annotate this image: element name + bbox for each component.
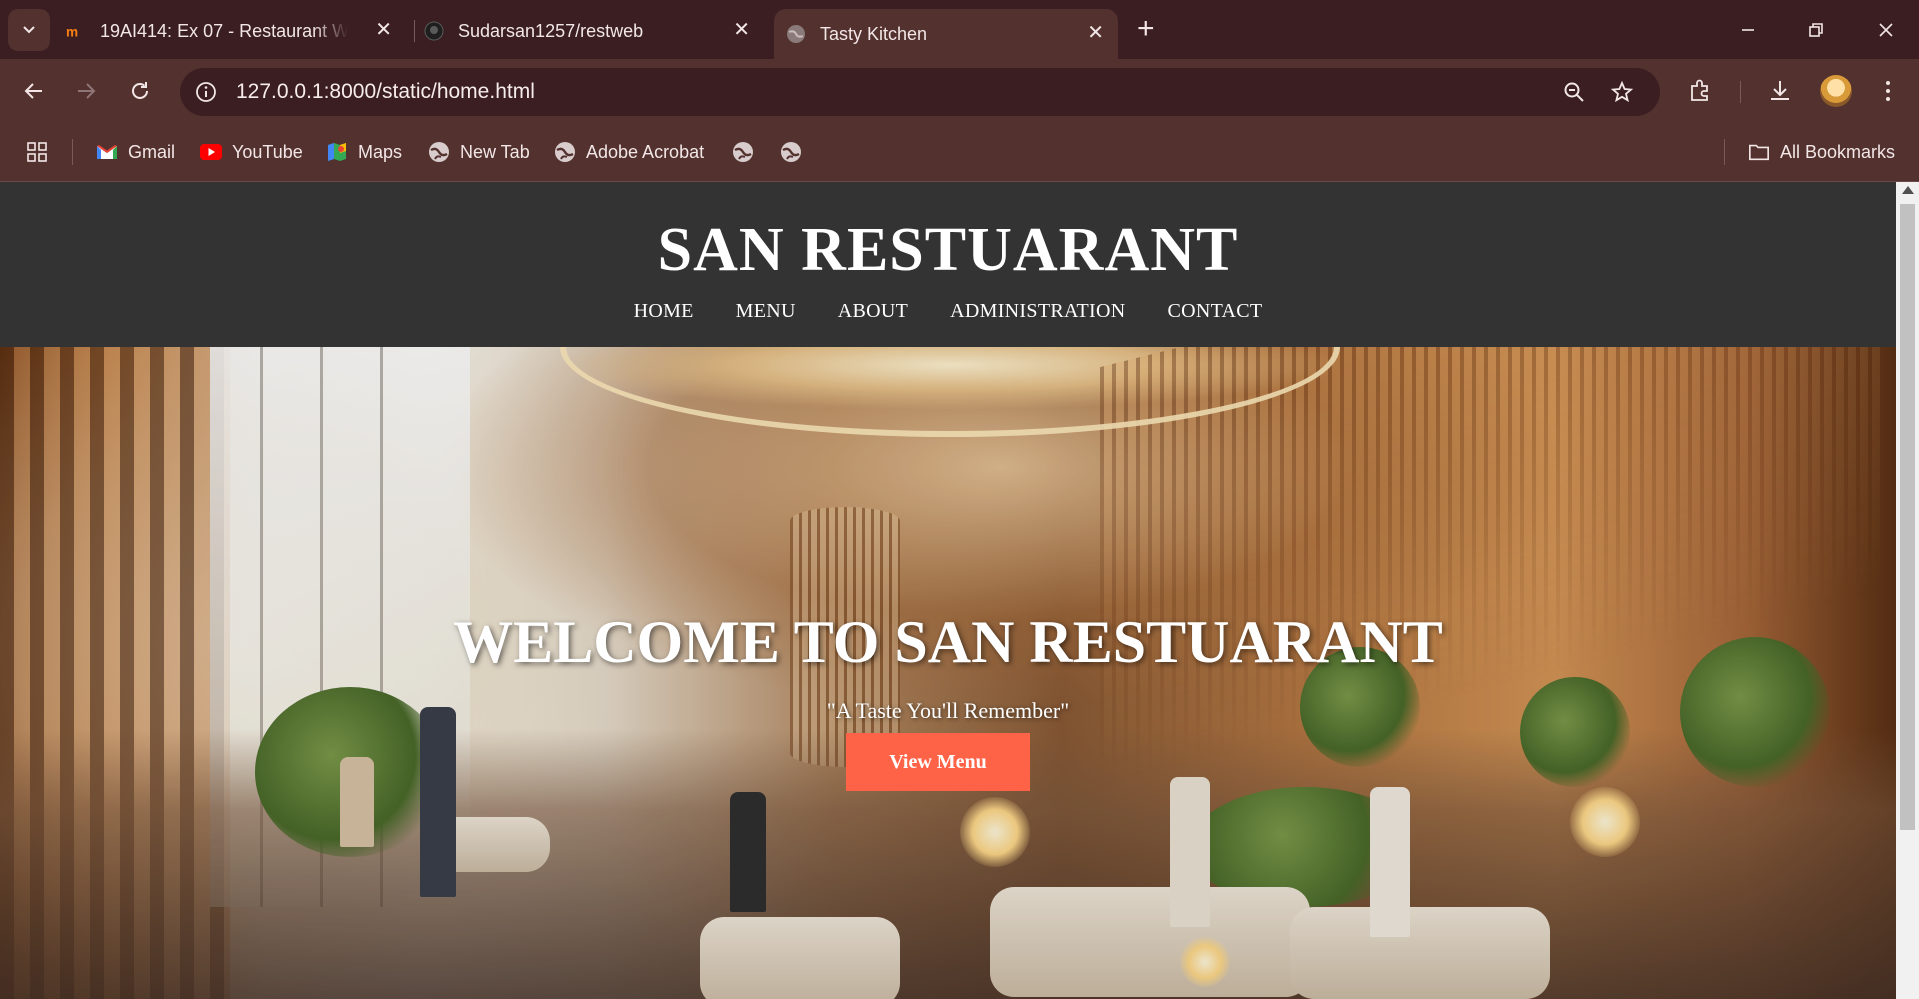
scroll-up-arrow-icon[interactable] xyxy=(1902,186,1914,194)
site-nav: HOME MENU ABOUT ADMINISTRATION CONTACT xyxy=(0,300,1896,323)
puzzle-icon xyxy=(1691,79,1708,101)
globe-icon xyxy=(428,141,450,163)
restore-icon xyxy=(1809,23,1823,37)
zoom-icon[interactable] xyxy=(1562,80,1586,104)
star-icon[interactable] xyxy=(1610,80,1634,104)
tab-title: 19AI414: Ex 07 - Restaurant Website xyxy=(100,20,348,41)
nav-about[interactable]: ABOUT xyxy=(838,300,908,323)
url-path: :8000/static/home.html xyxy=(323,80,535,103)
all-bookmarks-label: All Bookmarks xyxy=(1780,141,1896,162)
page-scrollbar[interactable] xyxy=(1896,182,1919,999)
globe-icon xyxy=(554,141,576,163)
tab-divider xyxy=(414,20,415,42)
reload-icon xyxy=(132,82,148,99)
bookmark-label: Maps xyxy=(358,141,403,162)
restore-button[interactable] xyxy=(1796,12,1836,48)
bookmark-label: Gmail xyxy=(128,141,176,162)
hero-section: WELCOME TO SAN RESTUARANT "A Taste You'l… xyxy=(0,347,1896,999)
view-menu-button[interactable]: View Menu xyxy=(846,733,1030,791)
tab-tasty-kitchen[interactable]: Tasty Kitchen ✕ xyxy=(774,9,1118,59)
globe-icon xyxy=(780,141,802,163)
bookmark-youtube[interactable]: YouTube xyxy=(200,139,303,165)
url-text[interactable]: 127.0.0.1:8000/static/home.html xyxy=(236,80,535,104)
reload-button[interactable] xyxy=(122,73,158,109)
forward-button[interactable] xyxy=(68,73,104,109)
bookmark-label: New Tab xyxy=(460,141,530,162)
nav-administration[interactable]: ADMINISTRATION xyxy=(950,300,1125,323)
tab-moodle[interactable]: m 19AI414: Ex 07 - Restaurant Website ✕ xyxy=(66,10,406,52)
close-icon[interactable]: ✕ xyxy=(733,20,750,40)
globe-icon xyxy=(732,141,754,163)
minimize-icon xyxy=(1742,29,1754,31)
hero-heading: WELCOME TO SAN RESTUARANT xyxy=(453,609,1443,675)
nav-menu[interactable]: MENU xyxy=(736,300,796,323)
back-button[interactable] xyxy=(16,73,52,109)
nav-home[interactable]: HOME xyxy=(634,300,694,323)
bookmark-label: YouTube xyxy=(232,141,303,162)
bookmark-globe-1[interactable] xyxy=(732,139,764,165)
bookmark-globe-2[interactable] xyxy=(780,139,812,165)
gmail-icon xyxy=(96,141,118,163)
site-title: SAN RESTUARANT xyxy=(657,216,1239,284)
close-window-button[interactable] xyxy=(1866,12,1906,48)
scrollbar-thumb[interactable] xyxy=(1900,204,1915,830)
bookmark-new-tab[interactable]: New Tab xyxy=(428,139,530,165)
menu-button[interactable] xyxy=(1874,77,1902,105)
site-header: SAN RESTUARANT HOME MENU ABOUT ADMINISTR… xyxy=(0,182,1896,347)
url-host: 127.0.0.1 xyxy=(236,80,324,103)
info-icon[interactable] xyxy=(194,80,218,104)
page-viewport: SAN RESTUARANT HOME MENU ABOUT ADMINISTR… xyxy=(0,182,1919,999)
tab-strip: m 19AI414: Ex 07 - Restaurant Website ✕ … xyxy=(0,0,1919,59)
bookmarks-divider xyxy=(1724,139,1725,165)
globe-icon xyxy=(786,24,806,44)
tab-github[interactable]: Sudarsan1257/restweb ✕ xyxy=(424,10,764,52)
youtube-icon xyxy=(200,141,222,163)
address-bar[interactable]: 127.0.0.1:8000/static/home.html xyxy=(180,68,1660,116)
svg-text:m: m xyxy=(66,24,78,39)
new-tab-button[interactable]: + xyxy=(1137,14,1155,44)
download-icon xyxy=(1771,81,1789,100)
bookmarks-divider xyxy=(72,139,73,165)
tab-title: Sudarsan1257/restweb xyxy=(458,20,644,41)
more-vert-icon xyxy=(1886,81,1890,101)
all-bookmarks-button[interactable]: All Bookmarks xyxy=(1748,139,1895,165)
github-icon xyxy=(424,21,444,41)
profile-avatar[interactable] xyxy=(1820,75,1852,107)
bookmark-label: Adobe Acrobat xyxy=(586,141,705,162)
apps-button[interactable] xyxy=(26,139,48,165)
moodle-icon: m xyxy=(66,21,86,41)
bookmark-maps[interactable]: Maps xyxy=(326,139,402,165)
bookmark-gmail[interactable]: Gmail xyxy=(96,139,175,165)
arrow-right-icon xyxy=(78,83,96,99)
toolbar-divider xyxy=(1740,81,1741,103)
close-icon xyxy=(1879,23,1893,37)
chevron-down-icon xyxy=(23,26,35,34)
arrow-left-icon xyxy=(24,83,42,99)
extensions-button[interactable] xyxy=(1686,77,1714,105)
browser-toolbar: 127.0.0.1:8000/static/home.html xyxy=(0,59,1919,123)
minimize-button[interactable] xyxy=(1728,12,1768,48)
hero-tagline: "A Taste You'll Remember" xyxy=(826,698,1070,723)
tab-title: Tasty Kitchen xyxy=(820,23,928,44)
tab-search-button[interactable] xyxy=(8,9,50,51)
folder-icon xyxy=(1748,141,1770,163)
downloads-button[interactable] xyxy=(1766,77,1794,105)
bookmarks-bar: Gmail YouTube Maps New Tab Adobe Acrobat… xyxy=(0,123,1919,182)
apps-grid-icon xyxy=(27,142,47,162)
bookmark-adobe-acrobat[interactable]: Adobe Acrobat xyxy=(554,139,704,165)
maps-icon xyxy=(326,141,348,163)
close-icon[interactable]: ✕ xyxy=(375,20,392,40)
close-icon[interactable]: ✕ xyxy=(1087,23,1104,43)
nav-contact[interactable]: CONTACT xyxy=(1167,300,1262,323)
